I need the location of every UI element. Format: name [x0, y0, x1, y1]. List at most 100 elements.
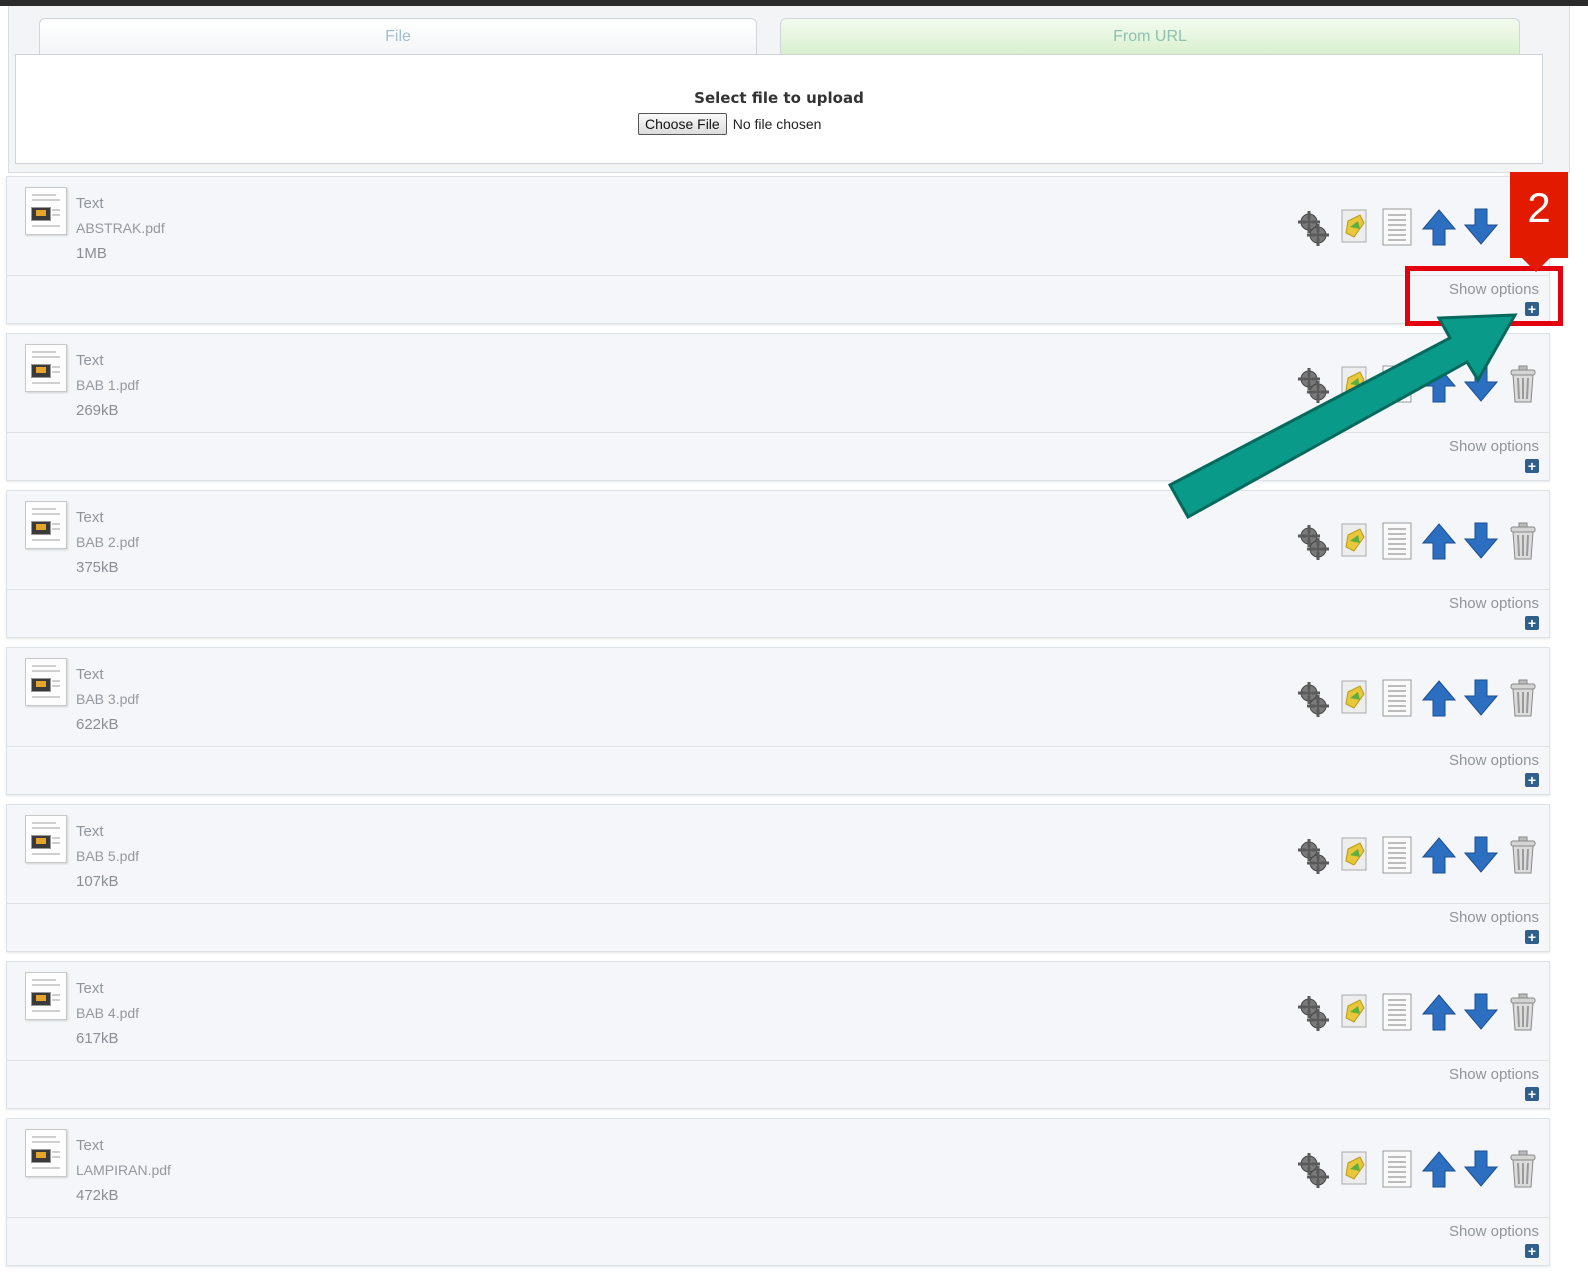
gear-icon[interactable]	[1295, 207, 1331, 247]
file-type: Text	[76, 1137, 104, 1154]
file-item-header: Text BAB 5.pdf 107kB	[7, 805, 1549, 904]
file-meta: Text BAB 1.pdf 269kB	[76, 348, 139, 423]
expand-plus-icon[interactable]: +	[1525, 616, 1539, 630]
file-size: 107kB	[76, 873, 119, 890]
gear-icon[interactable]	[1295, 992, 1331, 1032]
show-options-label[interactable]: Show options	[1449, 909, 1539, 926]
file-item-header: Text ABSTRAK.pdf 1MB	[7, 177, 1549, 276]
file-size: 622kB	[76, 716, 119, 733]
file-size: 269kB	[76, 402, 119, 419]
list-icon[interactable]	[1379, 1149, 1415, 1189]
expand-plus-icon[interactable]: +	[1525, 1087, 1539, 1101]
show-options-label[interactable]: Show options	[1449, 1223, 1539, 1240]
show-options[interactable]: Show options +	[1449, 1223, 1539, 1261]
file-name: BAB 3.pdf	[76, 691, 140, 707]
tab-from-url[interactable]: From URL	[780, 18, 1520, 55]
upload-title: Select file to upload	[694, 89, 864, 107]
tab-file[interactable]: File	[39, 18, 757, 55]
trash-icon[interactable]	[1505, 678, 1541, 718]
document-icon	[25, 658, 67, 706]
list-icon[interactable]	[1379, 678, 1415, 718]
arrow-up-icon[interactable]	[1421, 678, 1457, 718]
file-item-6: Text LAMPIRAN.pdf 472kB Show options +	[6, 1118, 1550, 1266]
show-options[interactable]: Show options +	[1449, 1066, 1539, 1104]
file-item-3: Text BAB 3.pdf 622kB Show options +	[6, 647, 1550, 795]
file-status: No file chosen	[732, 116, 822, 132]
show-options-label[interactable]: Show options	[1449, 595, 1539, 612]
document-icon	[25, 1129, 67, 1177]
list-icon[interactable]	[1379, 835, 1415, 875]
file-name: ABSTRAK.pdf	[76, 220, 165, 236]
file-name: LAMPIRAN.pdf	[76, 1162, 171, 1178]
file-actions	[1295, 833, 1541, 877]
document-icon	[25, 187, 67, 235]
edit-document-icon[interactable]	[1337, 835, 1373, 875]
file-size: 617kB	[76, 1030, 119, 1047]
show-options[interactable]: Show options +	[1449, 752, 1539, 790]
file-type: Text	[76, 509, 104, 526]
arrow-down-icon[interactable]	[1463, 835, 1499, 875]
arrow-down-icon[interactable]	[1463, 1149, 1499, 1189]
arrow-up-icon[interactable]	[1421, 835, 1457, 875]
file-name: BAB 1.pdf	[76, 377, 140, 393]
upload-box: Select file to upload Choose File No fil…	[15, 54, 1543, 164]
expand-plus-icon[interactable]: +	[1525, 773, 1539, 787]
file-size: 375kB	[76, 559, 119, 576]
file-type: Text	[76, 195, 104, 212]
arrow-down-icon[interactable]	[1463, 678, 1499, 718]
show-options[interactable]: Show options +	[1449, 595, 1539, 633]
trash-icon[interactable]	[1505, 992, 1541, 1032]
file-actions	[1295, 990, 1541, 1034]
file-item-header: Text BAB 3.pdf 622kB	[7, 648, 1549, 747]
list-icon[interactable]	[1379, 992, 1415, 1032]
document-icon	[25, 344, 67, 392]
step-badge: 2	[1510, 172, 1568, 272]
gear-icon[interactable]	[1295, 835, 1331, 875]
gear-icon[interactable]	[1295, 1149, 1331, 1189]
choose-file-button[interactable]: Choose File	[638, 113, 727, 135]
file-type: Text	[76, 352, 104, 369]
file-actions	[1295, 1147, 1541, 1191]
file-item-4: Text BAB 5.pdf 107kB Show options +	[6, 804, 1550, 952]
upload-panel: File From URL Select file to upload Choo…	[8, 6, 1570, 173]
trash-icon[interactable]	[1505, 1149, 1541, 1189]
document-icon	[25, 815, 67, 863]
file-item-header: Text BAB 4.pdf 617kB	[7, 962, 1549, 1061]
show-options-label[interactable]: Show options	[1449, 1066, 1539, 1083]
file-size: 1MB	[76, 245, 107, 262]
edit-document-icon[interactable]	[1337, 678, 1373, 718]
file-item-5: Text BAB 4.pdf 617kB Show options +	[6, 961, 1550, 1109]
document-icon	[25, 972, 67, 1020]
file-meta: Text LAMPIRAN.pdf 472kB	[76, 1133, 171, 1208]
file-meta: Text BAB 5.pdf 107kB	[76, 819, 139, 894]
pointer-arrow-icon	[1167, 313, 1518, 520]
file-input[interactable]: Choose File No file chosen	[638, 113, 821, 135]
trash-icon[interactable]	[1505, 835, 1541, 875]
document-icon	[25, 501, 67, 549]
show-options-label[interactable]: Show options	[1449, 752, 1539, 769]
list-icon[interactable]	[1379, 207, 1415, 247]
file-item-header: Text LAMPIRAN.pdf 472kB	[7, 1119, 1549, 1218]
expand-plus-icon[interactable]: +	[1525, 1244, 1539, 1258]
file-meta: Text ABSTRAK.pdf 1MB	[76, 191, 165, 266]
edit-document-icon[interactable]	[1337, 207, 1373, 247]
arrow-up-icon[interactable]	[1421, 207, 1457, 247]
edit-document-icon[interactable]	[1337, 1149, 1373, 1189]
file-meta: Text BAB 2.pdf 375kB	[76, 505, 139, 580]
file-name: BAB 5.pdf	[76, 848, 140, 864]
file-name: BAB 2.pdf	[76, 534, 140, 550]
gear-icon[interactable]	[1295, 678, 1331, 718]
arrow-up-icon[interactable]	[1421, 1149, 1457, 1189]
arrow-down-icon[interactable]	[1463, 992, 1499, 1032]
file-type: Text	[76, 666, 104, 683]
file-size: 472kB	[76, 1187, 119, 1204]
file-actions	[1295, 205, 1541, 249]
arrow-down-icon[interactable]	[1463, 207, 1499, 247]
expand-plus-icon[interactable]: +	[1525, 930, 1539, 944]
file-meta: Text BAB 3.pdf 622kB	[76, 662, 139, 737]
file-actions	[1295, 676, 1541, 720]
arrow-up-icon[interactable]	[1421, 992, 1457, 1032]
show-options[interactable]: Show options +	[1449, 909, 1539, 947]
edit-document-icon[interactable]	[1337, 992, 1373, 1032]
file-type: Text	[76, 823, 104, 840]
